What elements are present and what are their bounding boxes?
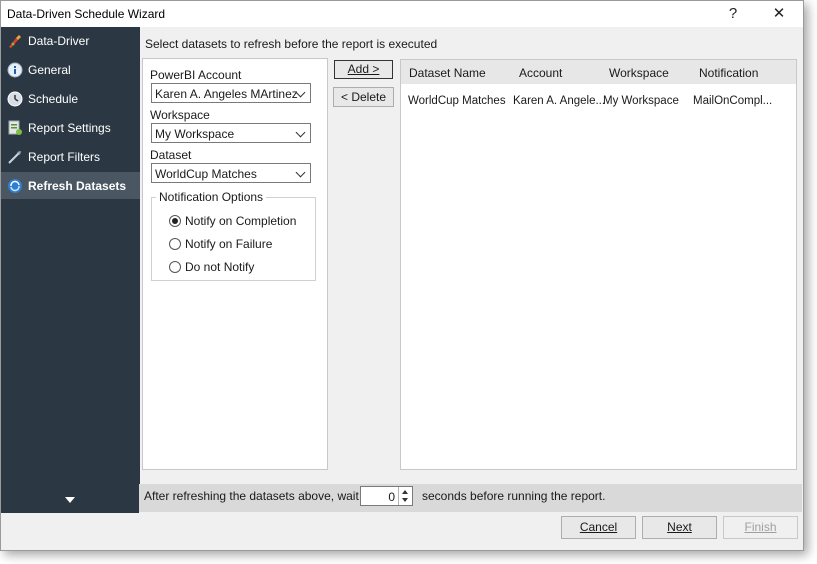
sidebar-item-label: Report Settings (28, 121, 111, 135)
workspace-combo[interactable]: My Workspace (151, 123, 311, 143)
workspace-label: Workspace (150, 108, 210, 122)
table-cell: WorldCup Matches (408, 95, 506, 107)
column-header[interactable]: Dataset Name (409, 66, 486, 80)
finish-button-label: Finish (744, 520, 777, 534)
add-button[interactable]: Add > (334, 60, 393, 79)
do-not-notify-label[interactable]: Do not Notify (185, 260, 254, 274)
column-header[interactable]: Notification (699, 66, 758, 80)
data-driver-icon (9, 35, 21, 48)
sidebar: Data-Driver General Schedule Report Sett… (1, 27, 140, 513)
next-button[interactable]: Next (642, 516, 717, 539)
wait-before-label: After refreshing the datasets above, wai… (144, 489, 359, 503)
sidebar-item-label: Report Filters (28, 150, 101, 164)
finish-button[interactable]: Finish (723, 516, 798, 539)
notification-options-legend: Notification Options (156, 190, 267, 204)
sidebar-item-label: Data-Driver (28, 34, 90, 48)
help-button[interactable]: ? (718, 3, 748, 25)
title-bar: Data-Driven Schedule Wizard ? ✕ (1, 1, 803, 27)
next-button-label: Next (667, 520, 692, 534)
sidebar-item-label: Schedule (28, 92, 79, 106)
dataset-value: WorldCup Matches (155, 167, 257, 181)
spinner-buttons (398, 487, 412, 505)
table-cell: MailOnCompl... (693, 95, 773, 107)
scroll-down-icon[interactable] (65, 497, 75, 503)
sidebar-item-report-settings[interactable]: Report Settings (1, 114, 140, 141)
sidebar-item-label: General (28, 63, 71, 77)
table-cell: My Workspace (603, 95, 679, 107)
column-header[interactable]: Account (519, 66, 562, 80)
spin-up-icon[interactable] (402, 490, 408, 494)
window-title: Data-Driven Schedule Wizard (7, 7, 166, 21)
delete-button-label: < Delete (340, 90, 387, 104)
sidebar-item-general[interactable]: General (1, 56, 140, 83)
datasets-table: Dataset Name Account Workspace Notificat… (400, 59, 797, 470)
workspace-value: My Workspace (155, 127, 235, 141)
table-cell: Karen A. Angele... (513, 95, 606, 107)
account-combo[interactable]: Karen A. Angeles MArtinez (151, 83, 311, 103)
cancel-button[interactable]: Cancel (561, 516, 636, 539)
dataset-label: Dataset (150, 148, 192, 162)
clock-icon (7, 91, 23, 107)
report-settings-icon (8, 120, 22, 135)
wait-after-label: seconds before running the report. (422, 489, 606, 503)
do-not-notify-radio[interactable] (169, 261, 181, 273)
notify-completion-label[interactable]: Notify on Completion (185, 214, 296, 228)
chevron-down-icon (295, 127, 306, 138)
refresh-datasets-icon (8, 179, 22, 193)
add-button-label: Add > (347, 62, 380, 76)
notify-failure-label[interactable]: Notify on Failure (185, 237, 272, 251)
account-label: PowerBI Account (150, 68, 242, 82)
cancel-button-label: Cancel (579, 520, 618, 534)
wait-seconds-spinner[interactable]: 0 (360, 486, 413, 506)
notify-failure-radio[interactable] (169, 238, 181, 250)
sidebar-item-data-driver[interactable]: Data-Driver (1, 27, 140, 54)
spin-down-icon[interactable] (402, 498, 408, 502)
account-value: Karen A. Angeles MArtinez (155, 87, 298, 101)
instruction-text: Select datasets to refresh before the re… (145, 37, 438, 51)
sidebar-item-refresh-datasets[interactable]: Refresh Datasets (1, 172, 140, 199)
sidebar-item-schedule[interactable]: Schedule (1, 85, 140, 112)
filter-icon (8, 151, 21, 164)
notify-completion-radio[interactable] (169, 215, 181, 227)
column-header[interactable]: Workspace (609, 66, 669, 80)
wait-seconds-value: 0 (388, 490, 395, 504)
delete-button[interactable]: < Delete (333, 87, 394, 107)
sidebar-item-report-filters[interactable]: Report Filters (1, 143, 140, 170)
table-header: Dataset Name Account Workspace Notificat… (401, 60, 796, 84)
dataset-combo[interactable]: WorldCup Matches (151, 163, 311, 183)
close-button[interactable]: ✕ (764, 3, 794, 25)
chevron-down-icon (295, 167, 306, 178)
sidebar-item-label: Refresh Datasets (28, 179, 127, 193)
info-icon (7, 62, 23, 78)
